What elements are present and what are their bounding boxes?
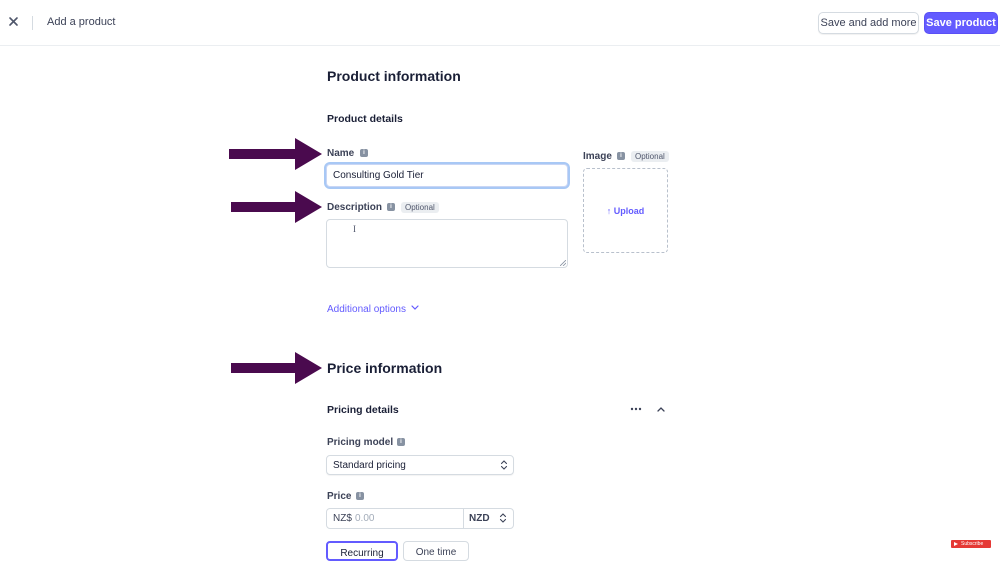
play-icon (954, 542, 958, 546)
price-label: Price (327, 491, 352, 502)
price-input[interactable] (355, 510, 461, 527)
image-upload-dropzone[interactable]: ↑ Upload (583, 168, 668, 253)
price-information-heading: Price information (327, 360, 443, 376)
save-product-button[interactable]: Save product (924, 12, 998, 34)
description-textarea[interactable] (326, 219, 568, 268)
billing-option-recurring[interactable]: Recurring (326, 541, 398, 561)
pricing-details-heading: Pricing details (327, 404, 399, 416)
image-label: Image (583, 151, 612, 162)
pricing-model-label: Pricing model (327, 437, 394, 448)
text-cursor-icon: I (353, 224, 356, 234)
info-icon[interactable]: i (387, 203, 395, 211)
currency-select[interactable]: NZD (469, 513, 490, 524)
chevron-up-icon[interactable] (656, 405, 666, 413)
billing-option-one-time[interactable]: One time (403, 541, 469, 561)
more-options-icon[interactable] (630, 406, 642, 412)
annotation-arrow-icon (229, 138, 322, 170)
subscribe-label: Subscribe (961, 541, 984, 547)
additional-options-link[interactable]: Additional options (327, 304, 419, 315)
annotation-arrow-icon (231, 352, 322, 384)
arrow-up-icon: ↑ (606, 206, 612, 216)
additional-options-label: Additional options (327, 304, 406, 315)
pricing-model-select[interactable]: Standard pricing (326, 455, 514, 475)
description-label: Description (327, 202, 383, 213)
product-information-heading: Product information (327, 68, 461, 84)
page-title: Add a product (47, 16, 116, 28)
upload-button[interactable]: ↑ Upload (584, 206, 667, 216)
chevron-down-icon (411, 305, 419, 310)
pricing-model-value: Standard pricing (333, 460, 406, 471)
annotation-arrow-icon (231, 191, 322, 223)
resize-handle-icon[interactable] (560, 260, 566, 266)
currency-divider (463, 509, 464, 528)
subscribe-badge[interactable]: Subscribe (951, 540, 991, 548)
info-icon[interactable]: i (397, 438, 405, 446)
name-input[interactable] (326, 164, 568, 187)
top-bar: Add a product Save and add more Save pro… (0, 0, 1000, 46)
image-optional-badge: Optional (631, 151, 669, 162)
info-icon[interactable]: i (617, 152, 625, 160)
header-divider (32, 16, 33, 30)
chevron-updown-icon (500, 460, 508, 470)
close-icon[interactable] (6, 14, 22, 30)
price-field: NZ$ NZD (326, 508, 514, 529)
save-and-add-more-button[interactable]: Save and add more (818, 12, 919, 34)
info-icon[interactable]: i (356, 492, 364, 500)
product-details-heading: Product details (327, 113, 403, 125)
description-optional-badge: Optional (401, 202, 439, 213)
chevron-updown-icon[interactable] (499, 513, 507, 523)
price-currency-prefix: NZ$ (333, 513, 352, 524)
name-label: Name (327, 148, 355, 159)
upload-label: Upload (613, 206, 645, 216)
info-icon[interactable]: i (360, 149, 368, 157)
